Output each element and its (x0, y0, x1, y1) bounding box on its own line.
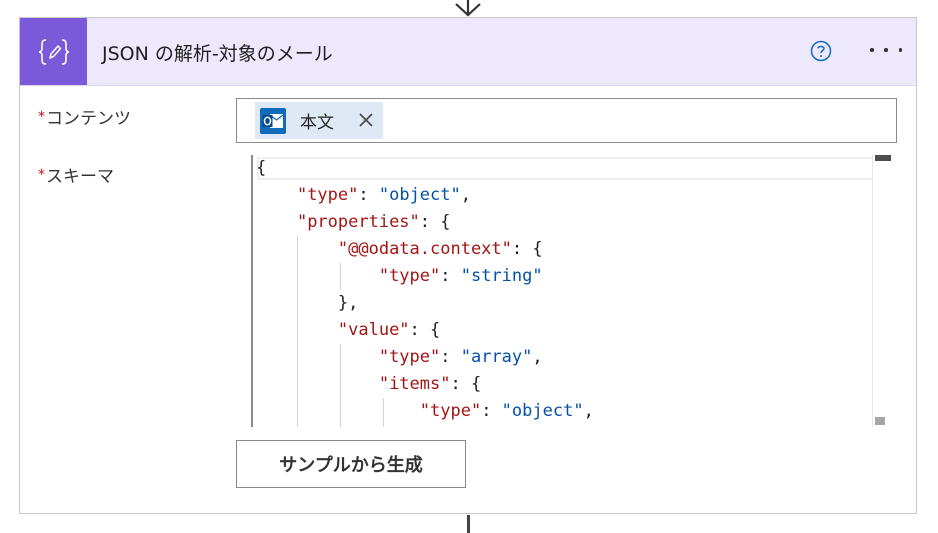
parse-json-action-card: JSON の解析-対象のメール *コンテンツ 本文 *スキーマ {"type"… (19, 17, 917, 514)
close-icon[interactable] (357, 111, 375, 129)
json-punctuation: { (256, 158, 267, 178)
more-options-icon[interactable] (870, 45, 902, 55)
code-line: "value": { (253, 317, 594, 344)
content-label-text: コンテンツ (46, 109, 131, 129)
json-punctuation: , (460, 185, 471, 205)
scrollbar-thumb[interactable] (875, 155, 891, 161)
flow-arrow-down-icon (455, 0, 481, 17)
json-key: "@@odata.context" (337, 239, 512, 259)
outlook-icon (258, 106, 288, 136)
json-punctuation: : (440, 266, 461, 286)
code-line: "type": "string" (253, 263, 594, 290)
content-field-label: *コンテンツ (38, 104, 131, 129)
json-key: "items" (378, 374, 451, 394)
code-line: "@@odata.context": { (253, 236, 594, 263)
token-label: 本文 (300, 113, 334, 133)
json-punctuation: : (440, 347, 461, 367)
json-punctuation: : { (511, 239, 543, 259)
json-string: "string" (460, 266, 543, 286)
help-icon[interactable] (810, 40, 832, 62)
code-line: }, (253, 290, 594, 317)
schema-code-editor[interactable]: { "type": "object", "properties": { "@@o… (251, 155, 893, 427)
json-string: "object" (501, 401, 584, 421)
json-punctuation: : (481, 401, 502, 421)
code-line: "properties": { (253, 209, 594, 236)
action-header[interactable]: JSON の解析-対象のメール (20, 18, 916, 86)
code-line: "type": "object", (253, 182, 594, 209)
required-marker: * (38, 109, 45, 125)
json-punctuation: , (532, 347, 543, 367)
code-line: "type": "array", (253, 344, 594, 371)
action-title[interactable]: JSON の解析-対象のメール (102, 39, 333, 66)
code-line: { (253, 155, 594, 182)
content-input[interactable]: 本文 (236, 98, 897, 143)
schema-field-label: *スキーマ (38, 162, 114, 187)
code-line: "type": "object", (253, 398, 594, 425)
curly-braces-pencil-icon (20, 18, 87, 85)
json-key: "type" (378, 347, 441, 367)
json-punctuation: }, (337, 293, 359, 313)
dynamic-content-token[interactable]: 本文 (255, 102, 383, 139)
json-punctuation: : { (409, 320, 441, 340)
json-punctuation: : { (419, 212, 451, 232)
json-key: "value" (337, 320, 410, 340)
json-key: "type" (296, 185, 359, 205)
code-line: "items": { (253, 371, 594, 398)
flow-connector-line (467, 515, 470, 533)
scrollbar-end-marker (875, 417, 885, 425)
json-key: "properties" (296, 212, 420, 232)
json-string: "object" (378, 185, 461, 205)
schema-code[interactable]: { "type": "object", "properties": { "@@o… (253, 155, 594, 425)
schema-label-text: スキーマ (46, 167, 114, 187)
json-punctuation: , (583, 401, 594, 421)
json-string: "array" (460, 347, 533, 367)
editor-scrollbar[interactable] (872, 155, 893, 427)
json-key: "type" (419, 401, 482, 421)
json-key: "type" (378, 266, 441, 286)
generate-from-sample-button[interactable]: サンプルから生成 (236, 440, 466, 488)
required-marker: * (38, 167, 45, 183)
json-punctuation: : { (450, 374, 482, 394)
json-punctuation: : (358, 185, 379, 205)
